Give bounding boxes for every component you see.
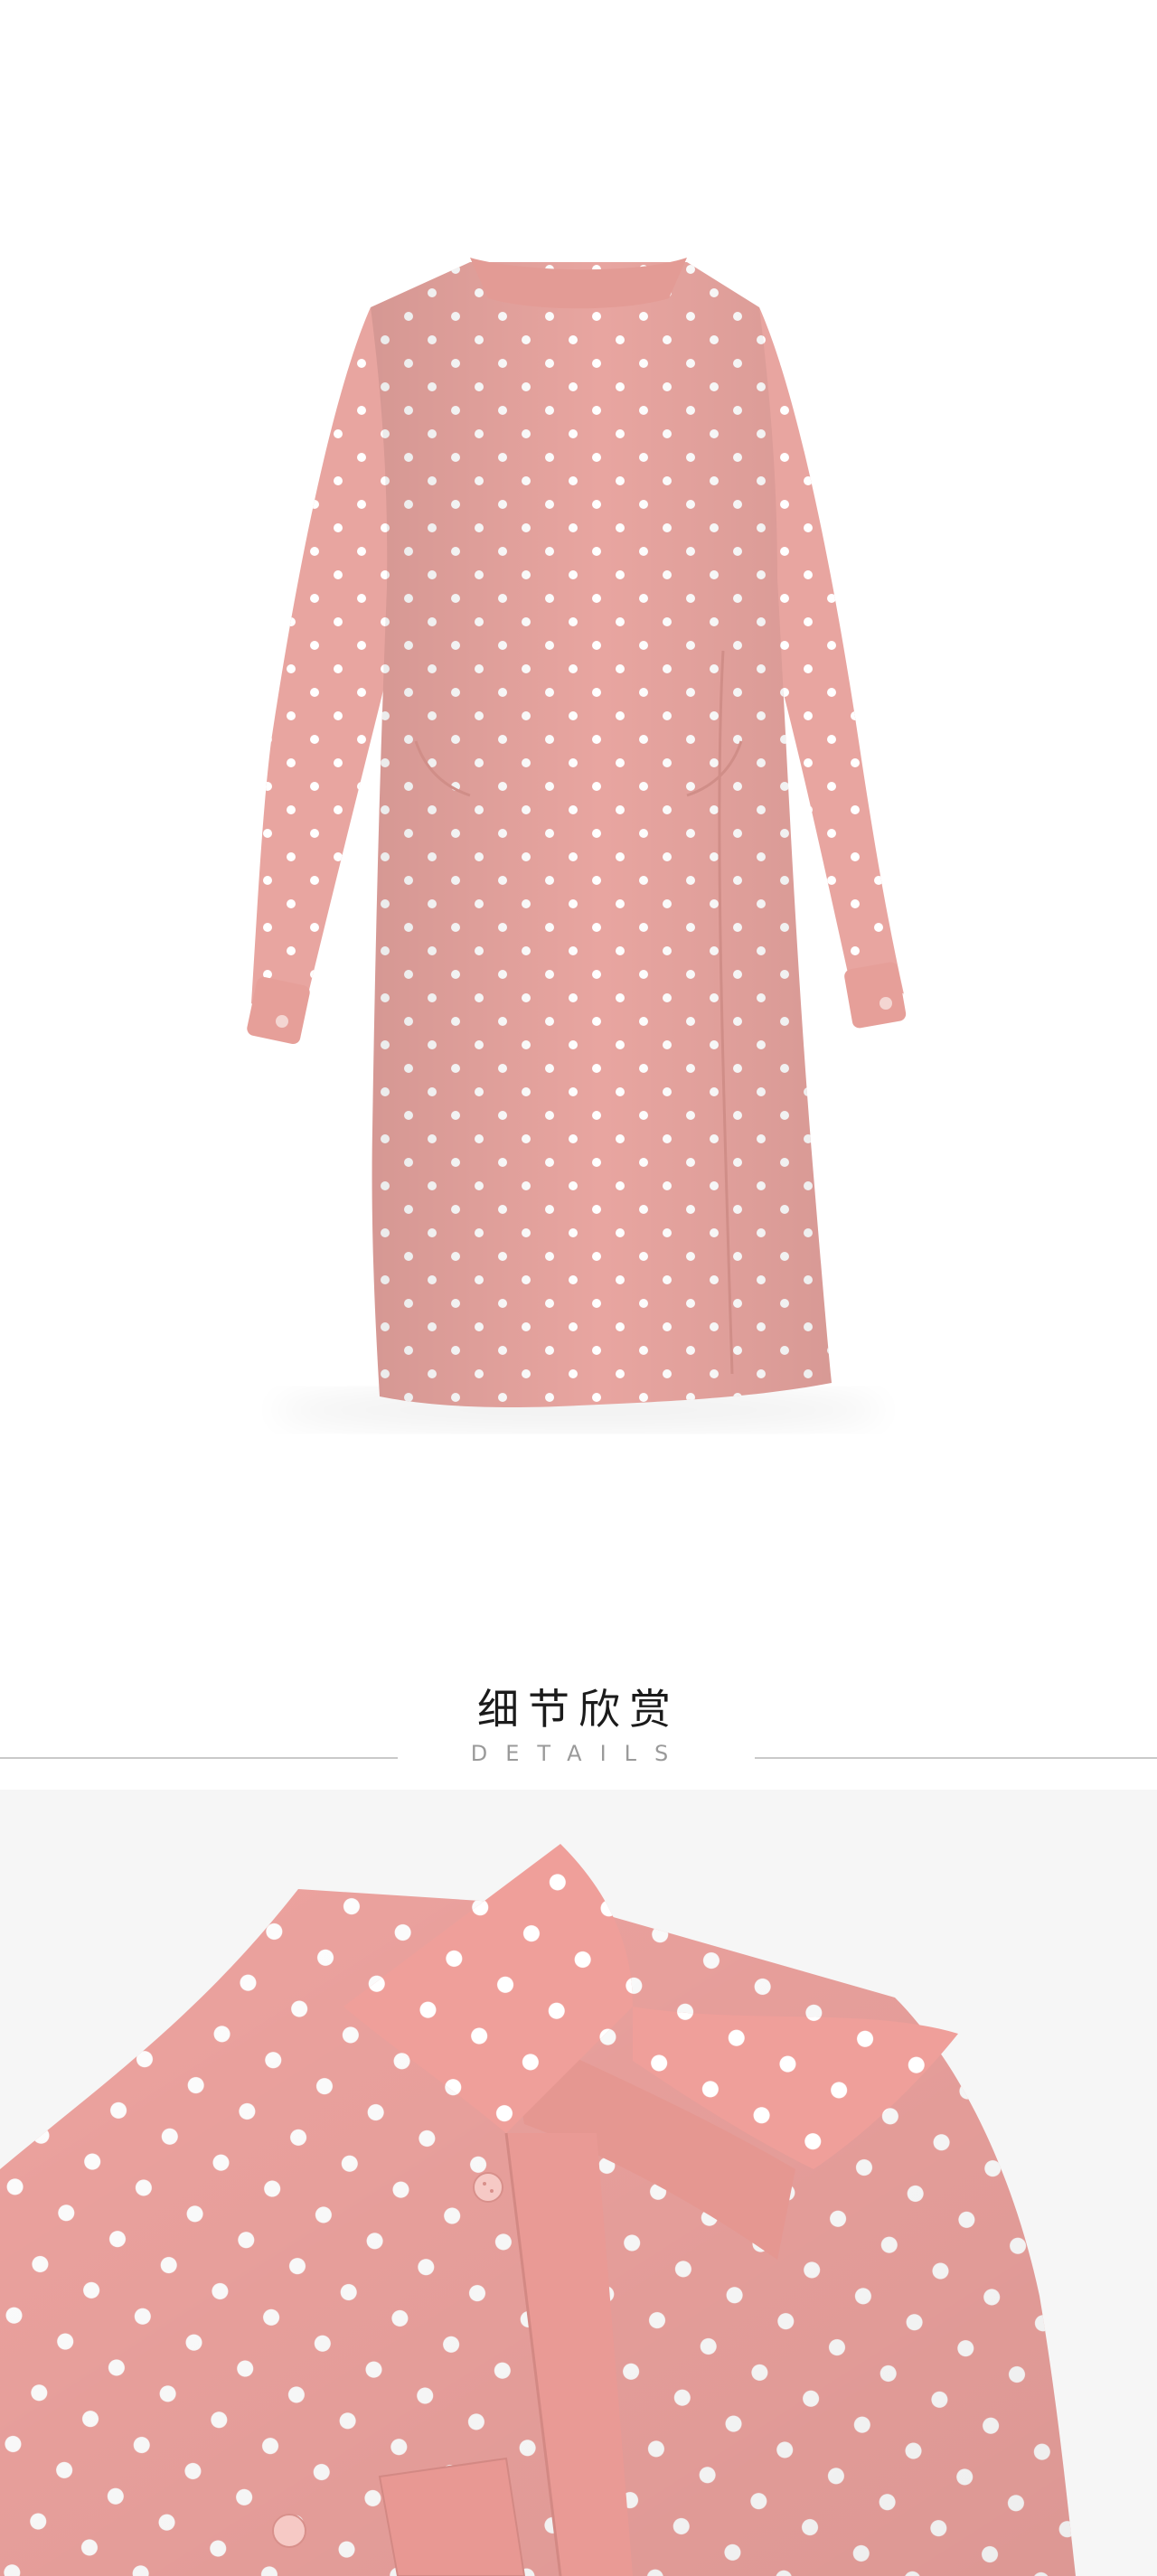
product-photo-detail (0, 1790, 1157, 2576)
details-subtitle: DETAILS (470, 1741, 687, 1766)
divider-line-right (755, 1757, 1157, 1759)
details-title: 细节欣赏 (477, 1685, 680, 1734)
product-photo-back (0, 0, 1157, 1609)
dress-back-illustration (247, 258, 907, 1430)
collar-closeup-illustration (0, 1844, 1076, 2576)
